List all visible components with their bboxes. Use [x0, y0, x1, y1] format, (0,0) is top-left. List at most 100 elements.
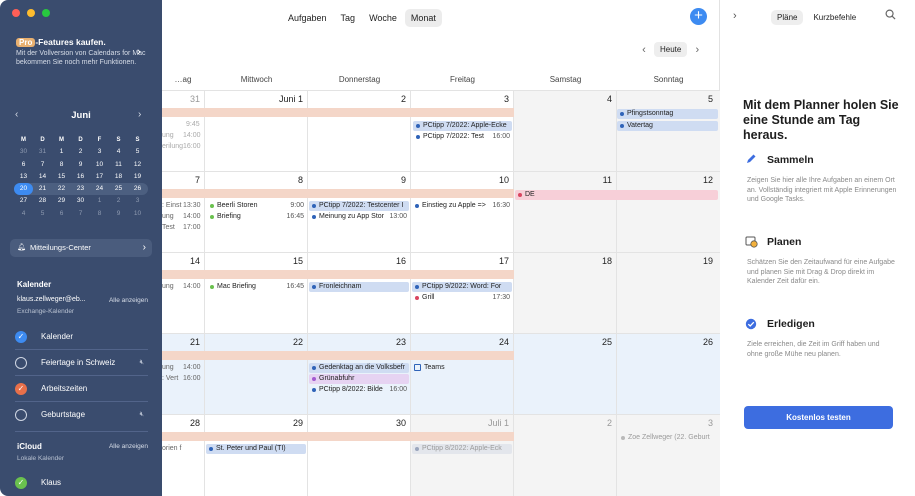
calendar-event[interactable]: Gedenktag an die Volksbefr — [309, 363, 409, 373]
tab-monat[interactable]: Monat — [404, 9, 442, 27]
day-number[interactable]: 4 — [514, 94, 612, 104]
day-number[interactable]: 10 — [411, 175, 509, 185]
calendar-event[interactable]: Briefing 16:45 — [207, 212, 306, 222]
calendar-event[interactable]: Grill 17:30 — [412, 293, 512, 303]
day-number[interactable]: Juli 1 — [411, 418, 509, 428]
mini-day[interactable]: 1 — [90, 195, 109, 207]
checkmark-icon[interactable]: ✓ — [15, 383, 27, 395]
show-all-link[interactable]: Alle anzeigen — [109, 443, 148, 450]
day-number[interactable]: 7 — [162, 175, 200, 185]
calendar-event[interactable]: Fronleichnam — [309, 282, 409, 292]
day-number[interactable]: 11 — [514, 175, 612, 185]
mini-day[interactable]: 25 — [109, 183, 128, 195]
mini-day[interactable]: 9 — [71, 159, 90, 171]
day-number[interactable]: 8 — [205, 175, 303, 185]
add-event-button[interactable]: + — [690, 8, 707, 25]
event-title-partial[interactable]: orien f — [162, 445, 181, 452]
calendar-event[interactable]: PCtipp 7/2022: Testcenter I — [309, 201, 409, 211]
tab-plaene[interactable]: Pläne — [771, 10, 804, 25]
day-number[interactable]: 30 — [308, 418, 406, 428]
mini-day[interactable]: 18 — [109, 171, 128, 183]
mini-day[interactable]: 7 — [33, 159, 52, 171]
day-number[interactable]: 22 — [205, 337, 303, 347]
mini-day[interactable]: 14 — [33, 171, 52, 183]
day-number[interactable]: 3 — [617, 418, 713, 428]
notification-center-button[interactable]: 🔔︎ Mitteilungs-Center › — [10, 239, 152, 257]
workhours-band[interactable] — [162, 189, 514, 198]
day-number[interactable]: 25 — [514, 337, 612, 347]
mini-day[interactable]: 30 — [14, 146, 33, 158]
chevron-right-icon[interactable]: › — [691, 44, 703, 56]
event-title-partial[interactable]: : Einst — [162, 202, 181, 209]
workhours-band[interactable] — [162, 351, 514, 360]
mini-day[interactable]: 8 — [52, 159, 71, 171]
day-number[interactable]: 2 — [514, 418, 612, 428]
mini-day[interactable]: 30 — [71, 195, 90, 207]
workhours-band[interactable] — [162, 270, 514, 279]
calendar-event[interactable]: Einstieg zu Apple => 16:30 — [412, 201, 512, 211]
mini-day[interactable]: 16 — [71, 171, 90, 183]
mini-day[interactable]: 6 — [14, 159, 33, 171]
calendar-event[interactable]: Vatertag — [617, 121, 718, 131]
mini-day[interactable]: 3 — [90, 146, 109, 158]
day-number[interactable]: 26 — [617, 337, 713, 347]
mini-day[interactable]: 15 — [52, 171, 71, 183]
mute-icon[interactable]: 🔇︎ — [140, 408, 144, 422]
calendar-event[interactable]: DE — [515, 190, 718, 200]
chevron-right-icon[interactable]: › — [138, 109, 141, 120]
calendar-event[interactable]: St. Peter und Paul (TI) — [206, 444, 306, 454]
mini-day[interactable]: 11 — [109, 159, 128, 171]
mini-day[interactable]: 22 — [52, 183, 71, 195]
calendar-event[interactable]: PCtipp 7/2022: Apple-Ecke — [413, 121, 512, 131]
minimize-window-button[interactable] — [27, 9, 35, 17]
day-number[interactable]: 9 — [308, 175, 406, 185]
mini-day[interactable]: 24 — [90, 183, 109, 195]
mini-day[interactable]: 29 — [52, 195, 71, 207]
day-number[interactable]: 12 — [617, 175, 713, 185]
calendar-toggle-arbeitszeiten[interactable]: ✓ Arbeitszeiten — [15, 382, 150, 396]
mini-day[interactable]: 4 — [14, 208, 33, 220]
mini-day[interactable]: 9 — [109, 208, 128, 220]
calendar-event[interactable]: Pfingstsonntag — [617, 109, 718, 119]
calendar-toggle-geburtstage[interactable]: Geburtstage 🔇︎ — [15, 408, 150, 422]
checkbox-icon[interactable] — [414, 364, 421, 371]
mini-day[interactable]: 8 — [90, 208, 109, 220]
mini-day[interactable]: 28 — [33, 195, 52, 207]
day-number[interactable]: 21 — [162, 337, 200, 347]
event-title-partial[interactable]: Test — [162, 224, 175, 231]
mini-day[interactable]: 17 — [90, 171, 109, 183]
chevron-left-icon[interactable]: ‹ — [638, 44, 650, 56]
calendar-event[interactable]: Grünabfuhr — [309, 374, 409, 384]
show-all-link[interactable]: Alle anzeigen — [109, 297, 148, 304]
checkmark-icon[interactable]: ✓ — [15, 477, 27, 489]
mini-day[interactable]: 31 — [33, 146, 52, 158]
chevron-right-icon[interactable]: › — [137, 46, 141, 58]
mini-day[interactable]: 2 — [109, 195, 128, 207]
calendar-toggle-feiertage[interactable]: Feiertage in Schweiz 🔇︎ — [15, 356, 150, 370]
mute-icon[interactable]: 🔇︎ — [140, 356, 144, 370]
mini-day[interactable]: 10 — [128, 208, 147, 220]
day-number[interactable]: Juni 1 — [205, 94, 303, 104]
day-number[interactable]: 18 — [514, 256, 612, 266]
event-title-partial[interactable]: ung — [162, 283, 174, 290]
calendar-event[interactable]: Meinung zu App Stor 13:00 — [309, 212, 409, 222]
chevron-right-icon[interactable]: › — [733, 10, 737, 22]
calendar-event[interactable]: Teams — [412, 363, 512, 373]
day-number[interactable]: 16 — [308, 256, 406, 266]
day-number[interactable]: 14 — [162, 256, 200, 266]
event-title-partial[interactable]: ung — [162, 213, 174, 220]
day-number[interactable]: 3 — [411, 94, 509, 104]
mini-day[interactable]: 19 — [128, 171, 147, 183]
mini-day[interactable]: 13 — [14, 171, 33, 183]
pro-upgrade-banner[interactable]: Pro -Features kaufen. Mit der Vollversion… — [16, 37, 151, 67]
mini-day-selected[interactable]: 20 — [14, 183, 33, 196]
event-title-partial[interactable]: erilung — [162, 143, 183, 150]
calendar-event[interactable]: PCtipp 7/2022: Test 16:00 — [413, 132, 512, 142]
day-number[interactable]: 17 — [411, 256, 509, 266]
day-number[interactable]: 5 — [617, 94, 713, 104]
day-number[interactable]: 2 — [308, 94, 406, 104]
event-title-partial[interactable]: ung — [162, 132, 174, 139]
mini-day[interactable]: 27 — [14, 195, 33, 207]
mini-day[interactable]: 5 — [128, 146, 147, 158]
day-number[interactable]: 19 — [617, 256, 713, 266]
